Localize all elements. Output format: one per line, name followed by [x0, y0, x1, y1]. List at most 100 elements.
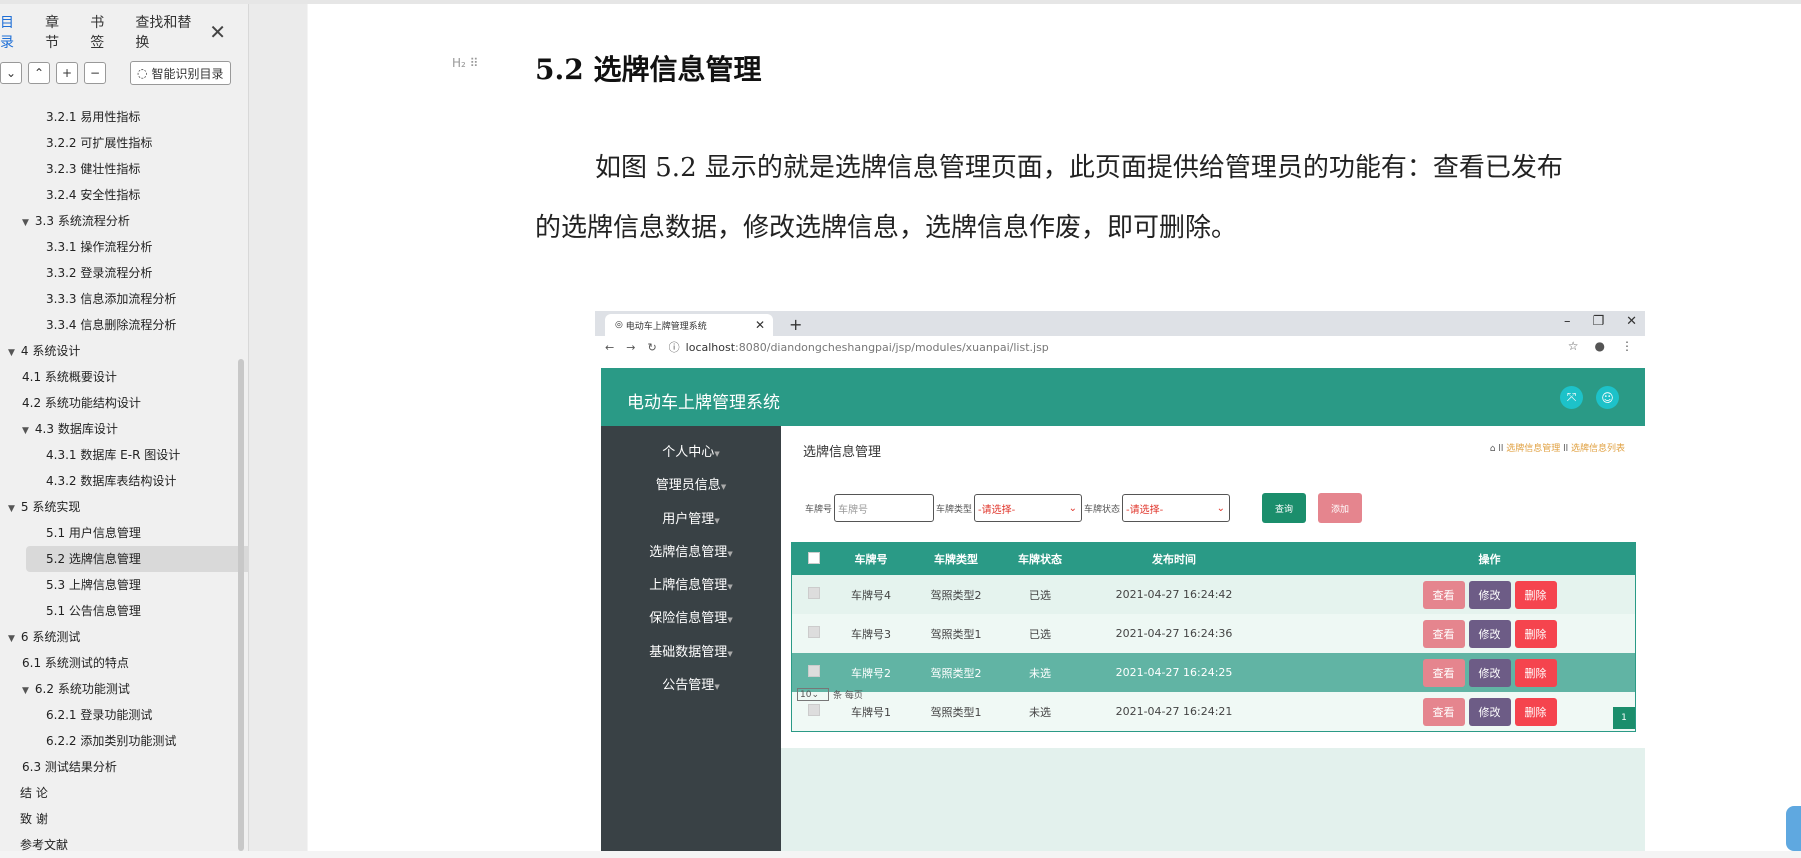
toc-item[interactable]: 5.2 选牌信息管理: [26, 546, 256, 572]
collapse-icon[interactable]: ⌄: [0, 62, 22, 84]
star-icon[interactable]: ☆: [1568, 339, 1579, 353]
toc-item[interactable]: 4.3.1 数据库 E-R 图设计: [0, 442, 248, 468]
delete-button[interactable]: 删除: [1514, 619, 1557, 648]
tab-toc[interactable]: 目录: [0, 12, 23, 52]
home-icon[interactable]: ⌂ ll: [1490, 444, 1506, 454]
page-size-select[interactable]: 10 ⌄: [797, 688, 829, 701]
tab-bookmarks[interactable]: 书签: [90, 12, 113, 52]
table-row[interactable]: 车牌号2 驾照类型2 未选 2021-04-27 16:24:25 查看 修改 删除: [792, 653, 1635, 692]
info-icon[interactable]: ⓘ: [669, 339, 680, 355]
user-icon[interactable]: ☺: [1596, 386, 1619, 409]
row-checkbox[interactable]: [808, 704, 820, 716]
reload-icon[interactable]: ↻: [647, 341, 656, 354]
edit-button[interactable]: 修改: [1468, 580, 1511, 609]
window-close-icon[interactable]: ✕: [1626, 314, 1637, 329]
query-button[interactable]: 查询: [1262, 493, 1307, 523]
expand-triangle-icon[interactable]: ▼: [22, 686, 29, 696]
plate-input[interactable]: 车牌号: [834, 494, 935, 522]
app-sidebar-item[interactable]: 选牌信息管理▼: [601, 536, 781, 569]
profile-icon[interactable]: ●: [1595, 339, 1605, 353]
view-button[interactable]: 查看: [1422, 697, 1465, 726]
toc-item[interactable]: 3.3.2 登录流程分析: [0, 260, 248, 286]
toc-item[interactable]: ▼ 6 系统测试: [0, 624, 248, 650]
toc-item[interactable]: 5.1 公告信息管理: [0, 598, 248, 624]
ai-toc-button[interactable]: ◌ 智能识别目录: [130, 61, 231, 85]
breadcrumb-item[interactable]: 选牌信息列表: [1571, 444, 1625, 454]
toc-scrollbar[interactable]: [238, 359, 244, 851]
toc-item[interactable]: 3.3.4 信息删除流程分析: [0, 312, 248, 338]
expand-triangle-icon[interactable]: ▼: [22, 426, 29, 436]
toc-item[interactable]: 3.2.4 安全性指标: [0, 182, 248, 208]
table-row[interactable]: 车牌号4 驾照类型2 已选 2021-04-27 16:24:42 查看 修改 删除: [792, 575, 1635, 614]
view-button[interactable]: 查看: [1422, 580, 1465, 609]
new-tab-icon[interactable]: +: [789, 315, 802, 334]
minimize-icon[interactable]: –: [1564, 314, 1571, 329]
delete-button[interactable]: 删除: [1514, 697, 1557, 726]
type-select[interactable]: -请选择- ⌄: [974, 494, 1083, 522]
toc-item[interactable]: 3.3.1 操作流程分析: [0, 234, 248, 260]
url-text[interactable]: localhost:8080/diandongcheshangpai/jsp/m…: [686, 341, 1049, 354]
select-all-checkbox[interactable]: [808, 551, 820, 564]
toc-item[interactable]: ▼ 4.3 数据库设计: [0, 416, 248, 442]
breadcrumb-item[interactable]: 选牌信息管理: [1506, 444, 1560, 454]
toc-item[interactable]: ▼ 5 系统实现: [0, 494, 248, 520]
app-sidebar-item[interactable]: 保险信息管理▼: [601, 602, 781, 635]
restore-icon[interactable]: ❐: [1592, 314, 1604, 329]
toc-item[interactable]: 4.2 系统功能结构设计: [0, 390, 248, 416]
toc-item[interactable]: 3.2.1 易用性指标: [0, 104, 248, 130]
tab-chapters[interactable]: 章节: [45, 12, 68, 52]
toc-item[interactable]: 结 论: [0, 780, 248, 806]
edit-button[interactable]: 修改: [1468, 697, 1511, 726]
add-icon[interactable]: +: [56, 62, 78, 84]
toc-item[interactable]: ▼ 4 系统设计: [0, 338, 248, 364]
assistant-icon[interactable]: [1786, 806, 1801, 851]
toc-item[interactable]: 4.3.2 数据库表结构设计: [0, 468, 248, 494]
toc-item[interactable]: 3.2.2 可扩展性指标: [0, 130, 248, 156]
row-checkbox[interactable]: [808, 665, 820, 677]
app-sidebar-item[interactable]: 上牌信息管理▼: [601, 569, 781, 602]
edit-button[interactable]: 修改: [1468, 619, 1511, 648]
view-button[interactable]: 查看: [1422, 619, 1465, 648]
delete-button[interactable]: 删除: [1514, 658, 1557, 687]
row-checkbox[interactable]: [808, 626, 820, 638]
app-sidebar-item[interactable]: 个人中心▼: [601, 436, 781, 469]
forward-icon[interactable]: →: [626, 341, 635, 354]
view-button[interactable]: 查看: [1422, 658, 1465, 687]
toc-item[interactable]: 6.2.2 添加类别功能测试: [0, 728, 248, 754]
toc-item[interactable]: 参考文献: [0, 832, 248, 858]
app-sidebar-item[interactable]: 公告管理▼: [601, 669, 781, 702]
delete-button[interactable]: 删除: [1514, 580, 1557, 609]
toc-item[interactable]: 3.3.3 信息添加流程分析: [0, 286, 248, 312]
toc-item[interactable]: ▼ 6.2 系统功能测试: [0, 676, 248, 702]
app-sidebar-item[interactable]: 用户管理▼: [601, 503, 781, 536]
heading-handle-icon[interactable]: H₂ ⠿: [452, 56, 478, 70]
browser-tab[interactable]: ◎ 电动车上牌管理系统 ✕: [605, 314, 773, 336]
toc-item[interactable]: 6.1 系统测试的特点: [0, 650, 248, 676]
table-row[interactable]: 车牌号1 驾照类型1 未选 2021-04-27 16:24:21 查看 修改 删除: [792, 692, 1635, 731]
app-sidebar-item[interactable]: 管理员信息▼: [601, 469, 781, 502]
expand-icon[interactable]: ⌃: [28, 62, 50, 84]
tab-find-replace[interactable]: 查找和替换: [135, 12, 193, 52]
close-icon[interactable]: ✕: [209, 20, 226, 44]
toc-item[interactable]: 5.3 上牌信息管理: [0, 572, 248, 598]
toc-item[interactable]: ▼ 3.3 系统流程分析: [0, 208, 248, 234]
status-select[interactable]: -请选择- ⌄: [1122, 494, 1231, 522]
tab-close-icon[interactable]: ✕: [755, 318, 765, 332]
fullscreen-icon[interactable]: ⤧: [1560, 386, 1583, 409]
toc-item[interactable]: 致 谢: [0, 806, 248, 832]
app-sidebar-item[interactable]: 基础数据管理▼: [601, 636, 781, 669]
row-checkbox[interactable]: [808, 587, 820, 599]
toc-item[interactable]: 3.2.3 健壮性指标: [0, 156, 248, 182]
toc-item[interactable]: 6.2.1 登录功能测试: [0, 702, 248, 728]
expand-triangle-icon[interactable]: ▼: [22, 218, 29, 228]
expand-triangle-icon[interactable]: ▼: [8, 348, 15, 358]
edit-button[interactable]: 修改: [1468, 658, 1511, 687]
back-icon[interactable]: ←: [605, 341, 614, 354]
page-number-button[interactable]: 1: [1613, 707, 1635, 729]
expand-triangle-icon[interactable]: ▼: [8, 634, 15, 644]
add-button[interactable]: 添加: [1318, 493, 1363, 523]
expand-triangle-icon[interactable]: ▼: [8, 504, 15, 514]
remove-icon[interactable]: −: [84, 62, 106, 84]
toc-item[interactable]: 4.1 系统概要设计: [0, 364, 248, 390]
table-row[interactable]: 车牌号3 驾照类型1 已选 2021-04-27 16:24:36 查看 修改 删除: [792, 614, 1635, 653]
